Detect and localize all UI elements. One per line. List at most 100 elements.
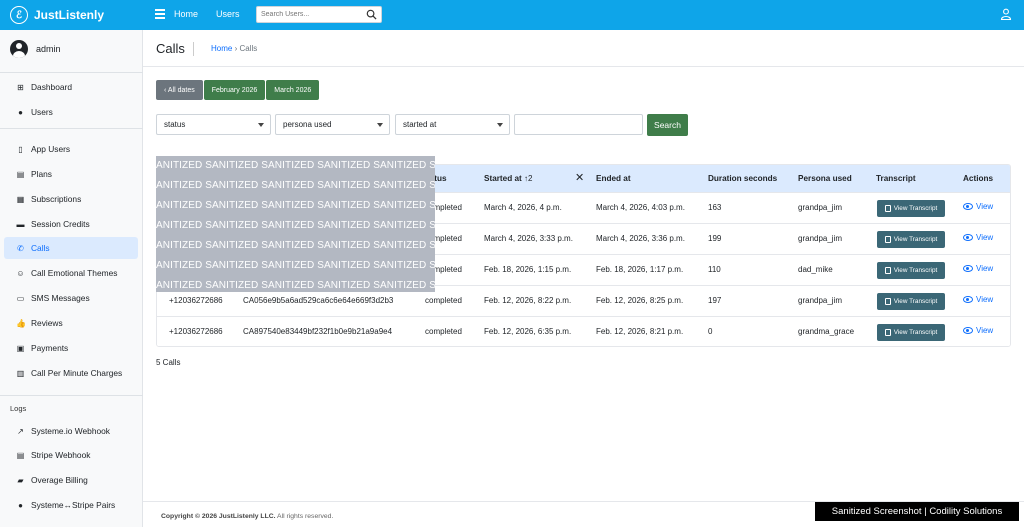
month-february-button[interactable]: February 2026 bbox=[203, 80, 266, 100]
view-transcript-label: View Transcript bbox=[893, 236, 938, 243]
chevron-down-icon bbox=[497, 123, 503, 127]
sidebar-item-overage-billing[interactable]: ▰ Overage Billing bbox=[4, 469, 138, 491]
watermark-label: Sanitized Screenshot | Codility Solution… bbox=[815, 502, 1019, 521]
eye-icon bbox=[963, 327, 973, 334]
sidebar-item-label: Stripe Webhook bbox=[31, 450, 91, 460]
brand-name: JustListenly bbox=[34, 8, 105, 22]
sidebar-item-systeme-webhook[interactable]: ↗ Systeme.io Webhook bbox=[4, 420, 138, 442]
sidebar-item-label: Overage Billing bbox=[31, 475, 88, 485]
document-icon bbox=[884, 236, 891, 243]
view-transcript-label: View Transcript bbox=[893, 267, 938, 274]
month-march-button[interactable]: March 2026 bbox=[266, 80, 320, 100]
sidebar-item-label: Call Emotional Themes bbox=[31, 268, 118, 278]
hamburger-menu-icon[interactable] bbox=[155, 9, 165, 19]
view-link[interactable]: View bbox=[963, 326, 993, 335]
cell-call-sid: CA897540e83449bf232f1b0e9b21a9a9e4 bbox=[243, 327, 393, 336]
ear-logo-icon: ℰ bbox=[10, 6, 28, 24]
user-account-icon[interactable] bbox=[1000, 8, 1012, 20]
footer-copyright: Copyright © 2026 JustListenly LLC. All r… bbox=[161, 513, 333, 520]
view-link[interactable]: View bbox=[963, 202, 993, 211]
sidebar-item-reviews[interactable]: 👍 Reviews bbox=[4, 312, 138, 334]
calendar-icon: ▦ bbox=[16, 194, 25, 204]
sidebar-divider bbox=[0, 395, 143, 396]
view-transcript-button[interactable]: View Transcript bbox=[877, 324, 945, 341]
all-dates-button[interactable]: ‹ All dates bbox=[156, 80, 203, 100]
cell-duration: 110 bbox=[708, 265, 721, 274]
sidebar-item-subscriptions[interactable]: ▦ Subscriptions bbox=[4, 188, 138, 210]
filter-text-input[interactable] bbox=[514, 114, 643, 135]
sidebar-item-call-emotional-themes[interactable]: ☺ Call Emotional Themes bbox=[4, 262, 138, 284]
column-header-ended-at[interactable]: Ended at bbox=[596, 174, 631, 183]
cell-phone: +12036272686 bbox=[169, 327, 223, 336]
sidebar-item-session-credits[interactable]: ▬ Session Credits bbox=[4, 213, 138, 235]
view-link[interactable]: View bbox=[963, 295, 993, 304]
rights-text: All rights reserved. bbox=[275, 513, 334, 520]
sanitized-redaction-overlay: ANITIZED SANITIZED SANITIZED SANITIZED S… bbox=[156, 156, 435, 292]
cell-duration: 163 bbox=[708, 203, 722, 212]
phone-icon: ▯ bbox=[18, 144, 23, 154]
view-link-label: View bbox=[976, 295, 994, 304]
card-icon: ▬ bbox=[16, 219, 25, 229]
chat-icon: ▭ bbox=[16, 293, 25, 303]
clear-sort-icon[interactable]: ✕ bbox=[575, 171, 584, 184]
sidebar-item-sms-messages[interactable]: ▭ SMS Messages bbox=[4, 287, 138, 309]
column-header-label: Started at bbox=[484, 174, 522, 183]
sidebar-user[interactable]: admin bbox=[10, 40, 61, 58]
view-transcript-button[interactable]: View Transcript bbox=[877, 262, 945, 279]
view-link[interactable]: View bbox=[963, 233, 993, 242]
column-header-duration[interactable]: Duration seconds bbox=[708, 174, 777, 183]
column-header-persona[interactable]: Persona used bbox=[798, 174, 852, 183]
sidebar-item-label: Plans bbox=[31, 169, 52, 179]
brand[interactable]: ℰ JustListenly bbox=[10, 6, 104, 24]
persona-filter-select[interactable]: persona used bbox=[275, 114, 390, 135]
sidebar-item-payments[interactable]: ▣ Payments bbox=[4, 337, 138, 359]
cell-persona: grandma_grace bbox=[798, 327, 855, 336]
view-link[interactable]: View bbox=[963, 264, 993, 273]
sidebar-item-call-per-minute-charges[interactable]: ▥ Call Per Minute Charges bbox=[4, 362, 138, 384]
search-icon[interactable] bbox=[366, 9, 377, 20]
sort-indicator-icon: ↑2 bbox=[524, 174, 533, 183]
view-link-label: View bbox=[976, 233, 994, 242]
view-transcript-label: View Transcript bbox=[893, 298, 938, 305]
chevron-down-icon bbox=[258, 123, 264, 127]
sidebar-item-calls[interactable]: ✆ Calls bbox=[4, 237, 138, 259]
sanitized-text-line: ANITIZED SANITIZED SANITIZED SANITIZED S… bbox=[156, 200, 435, 211]
chevron-down-icon bbox=[377, 123, 383, 127]
view-transcript-button[interactable]: View Transcript bbox=[877, 231, 945, 248]
view-transcript-label: View Transcript bbox=[893, 329, 938, 336]
sidebar-item-stripe-webhook[interactable]: ▤ Stripe Webhook bbox=[4, 444, 138, 466]
document-icon bbox=[884, 329, 891, 336]
status-filter-select[interactable]: status bbox=[156, 114, 271, 135]
started-at-filter-select[interactable]: started at bbox=[395, 114, 510, 135]
date-filter-group: ‹ All dates February 2026 March 2026 bbox=[156, 80, 320, 100]
eye-icon bbox=[963, 296, 973, 303]
cell-duration: 0 bbox=[708, 327, 713, 336]
breadcrumb-home-link[interactable]: Home bbox=[211, 44, 232, 53]
search-button[interactable]: Search bbox=[647, 114, 688, 136]
cell-ended-at: March 4, 2026, 3:36 p.m. bbox=[596, 234, 685, 243]
view-transcript-button[interactable]: View Transcript bbox=[877, 200, 945, 217]
page-title: Calls bbox=[156, 41, 185, 56]
sidebar-item-users[interactable]: ● Users bbox=[4, 101, 138, 123]
breadcrumb-current: Calls bbox=[239, 44, 258, 53]
document-icon bbox=[884, 205, 891, 212]
nav-home-link[interactable]: Home bbox=[174, 9, 198, 19]
user-search-input[interactable] bbox=[257, 7, 357, 22]
nav-users-link[interactable]: Users bbox=[216, 9, 240, 19]
breadcrumb: Home › Calls bbox=[211, 44, 257, 53]
eye-icon bbox=[963, 203, 973, 210]
cell-started-at: Feb. 12, 2026, 6:35 p.m. bbox=[484, 327, 572, 336]
sidebar-item-plans[interactable]: ▤ Plans bbox=[4, 163, 138, 185]
view-link-label: View bbox=[976, 202, 994, 211]
sidebar-item-systeme-stripe-pairs[interactable]: ● Systeme↔Stripe Pairs bbox=[4, 494, 138, 516]
sidebar-divider bbox=[0, 72, 143, 73]
view-transcript-button[interactable]: View Transcript bbox=[877, 293, 945, 310]
receipt-icon: ▥ bbox=[16, 368, 25, 378]
sidebar-item-label: Calls bbox=[31, 243, 50, 253]
sidebar-item-dashboard[interactable]: ⊞ Dashboard bbox=[4, 76, 138, 98]
sidebar-item-app-users[interactable]: ▯ App Users bbox=[4, 138, 138, 160]
column-header-started-at[interactable]: Started at ↑2 bbox=[484, 174, 533, 183]
circle-icon: ● bbox=[18, 500, 23, 510]
page-header: Calls Home › Calls bbox=[143, 30, 1024, 67]
sidebar-item-label: Dashboard bbox=[31, 82, 72, 92]
